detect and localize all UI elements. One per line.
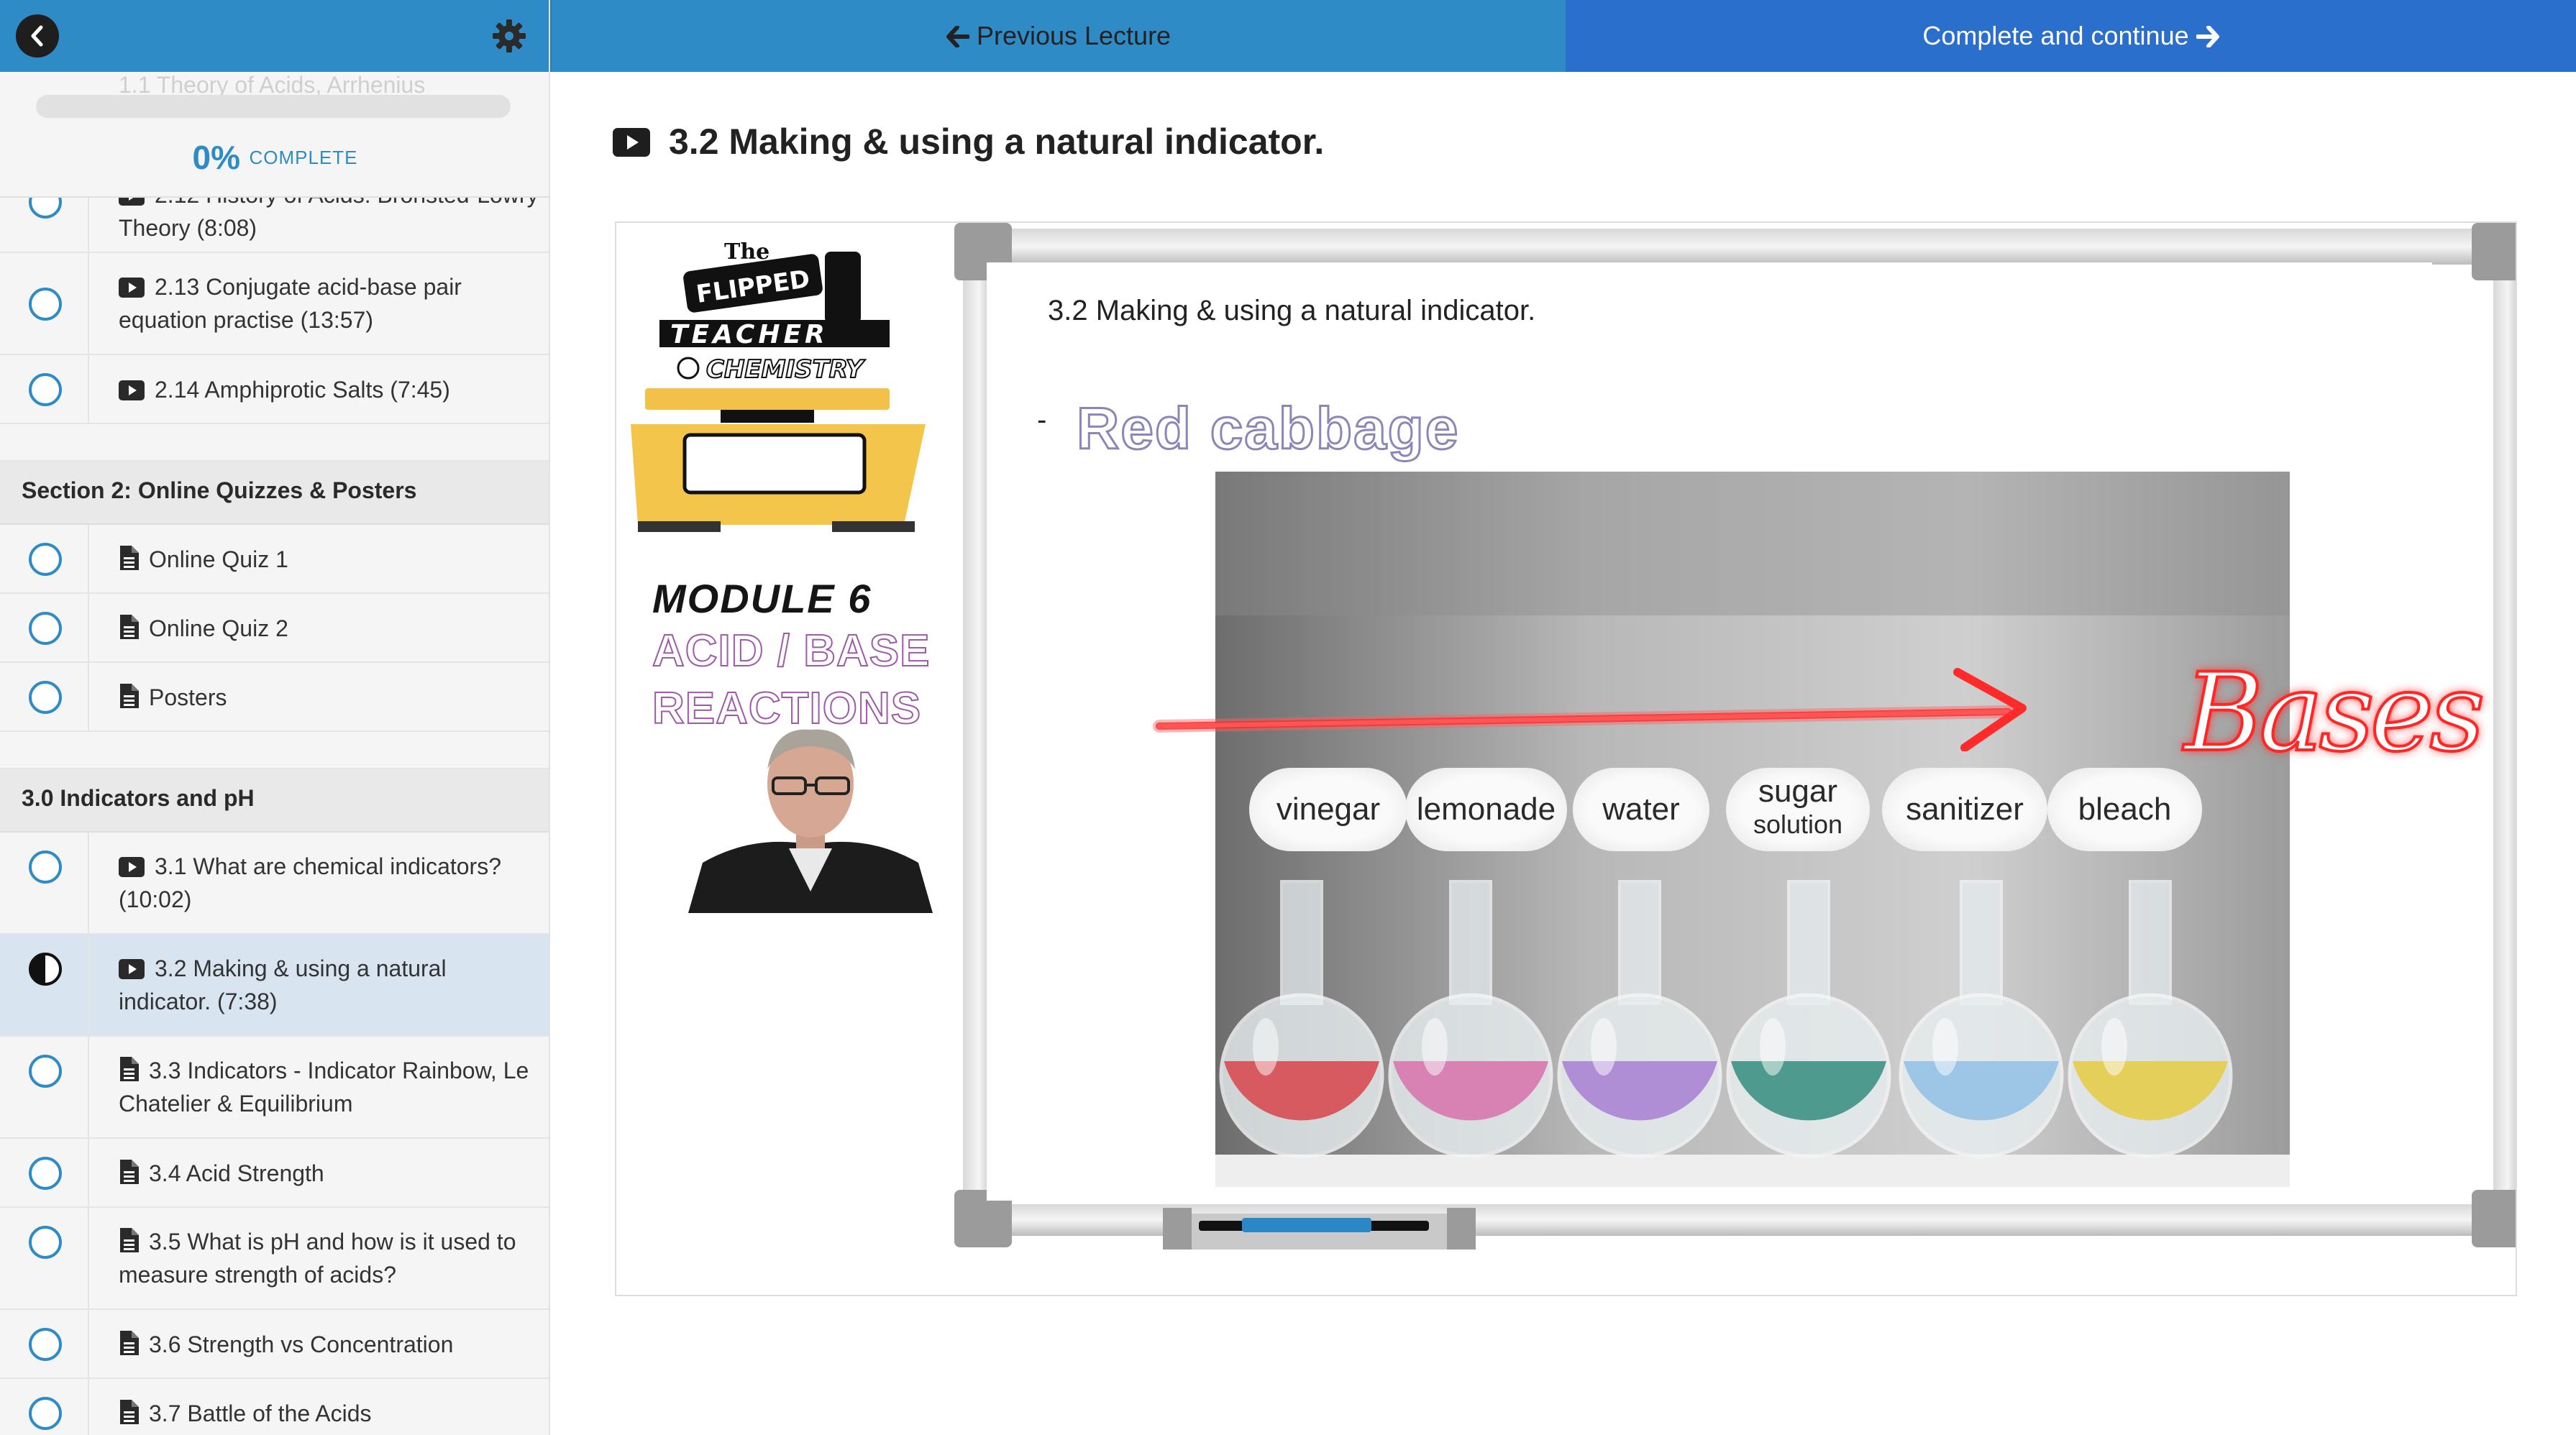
curriculum-list: 2.12 History of Acids: Bronsted-Lowry Th… — [0, 151, 549, 1435]
incomplete-circle-icon — [29, 1328, 62, 1361]
flipped-teacher-logo: The FLIPPED TEACHER CHEMISTRY — [631, 239, 926, 532]
section-title: 3.0 Indicators and pH — [22, 785, 255, 811]
document-icon — [120, 546, 139, 570]
document-icon — [120, 1160, 139, 1184]
lecture-row-label: 3.2 Making & using a natural indicator. … — [119, 955, 447, 1014]
complete-and-continue-label: Complete and continue — [1922, 21, 2189, 50]
document-icon — [120, 1331, 139, 1355]
lecture-row-label: 3.3 Indicators - Indicator Rainbow, Le C… — [119, 1058, 529, 1117]
gear-icon[interactable] — [490, 17, 528, 55]
document-icon — [120, 1400, 139, 1424]
incomplete-circle-icon — [29, 1397, 62, 1430]
play-icon — [119, 959, 145, 979]
lecture-row-posters[interactable]: Posters — [0, 663, 549, 732]
red-arrow-annotation — [1153, 668, 2027, 751]
lecture-row-3-3[interactable]: 3.3 Indicators - Indicator Rainbow, Le C… — [0, 1037, 549, 1139]
document-icon — [120, 615, 139, 639]
incomplete-circle-icon — [29, 681, 62, 714]
lecture-row-online-quiz-1[interactable]: Online Quiz 1 — [0, 525, 549, 594]
beaker-label: sanitizer — [1882, 768, 2047, 851]
module-caption: MODULE 6 ACID / BASE REACTIONS — [652, 575, 930, 737]
section-header-quizzes: Section 2: Online Quizzes & Posters — [0, 462, 549, 525]
slide-title: 3.2 Making & using a natural indicator. — [1048, 295, 1536, 326]
course-progress: 1.1 Theory of Acids, Arrhenius 0% COMPLE… — [0, 72, 549, 198]
lecture-row-3-2-active[interactable]: 3.2 Making & using a natural indicator. … — [0, 935, 549, 1037]
video-player[interactable]: The FLIPPED TEACHER CHEMISTRY MODULE 6 A… — [615, 221, 2517, 1296]
beaker-label-sugar: sugar solution — [1726, 768, 1870, 851]
bases-handwritten-label: Bases — [2183, 649, 2486, 777]
incomplete-circle-icon — [29, 288, 62, 321]
chevron-left-icon — [31, 25, 43, 47]
half-complete-circle-icon — [29, 953, 62, 986]
course-sidebar: 2.12 History of Acids: Bronsted-Lowry Th… — [0, 0, 550, 1435]
video-icon — [613, 128, 650, 157]
lecture-row-3-5[interactable]: 3.5 What is pH and how is it used to mea… — [0, 1208, 549, 1310]
lecture-row-label: Online Quiz 1 — [149, 546, 288, 572]
lecture-row-label: 2.14 Amphiprotic Salts (7:45) — [155, 377, 450, 403]
arrow-left-icon — [946, 25, 970, 48]
svg-text:CHEMISTRY: CHEMISTRY — [706, 355, 866, 384]
incomplete-circle-icon — [29, 1157, 62, 1190]
document-icon — [120, 1228, 139, 1252]
lecture-row-2-14[interactable]: 2.14 Amphiprotic Salts (7:45) — [0, 355, 549, 424]
previous-lecture-label: Previous Lecture — [976, 21, 1171, 50]
section-title: Section 2: Online Quizzes & Posters — [22, 477, 417, 503]
beaker-label: vinegar — [1249, 768, 1407, 851]
beaker-label: bleach — [2047, 768, 2202, 851]
lecture-row-label: Online Quiz 2 — [149, 615, 288, 641]
module-topic-line-1: ACID / BASE — [652, 625, 931, 677]
lecture-row-label: 3.4 Acid Strength — [149, 1160, 324, 1186]
progress-bar — [36, 95, 511, 118]
sidebar-header — [0, 0, 549, 72]
complete-and-continue-button[interactable]: Complete and continue — [1566, 0, 2576, 72]
lecture-row-2-13[interactable]: 2.13 Conjugate acid-base pair equation p… — [0, 253, 549, 355]
lecture-row-label: 3.7 Battle of the Acids — [149, 1400, 372, 1426]
slide-handwritten-heading: Red cabbage — [1075, 395, 1460, 463]
previous-lecture-button[interactable]: Previous Lecture — [550, 0, 1566, 72]
incomplete-circle-icon — [29, 1226, 62, 1259]
progress-label: COMPLETE — [249, 146, 358, 168]
slide-bullet: - — [1037, 404, 1047, 436]
svg-text:TEACHER: TEACHER — [670, 320, 828, 349]
back-button[interactable] — [16, 14, 59, 58]
lecture-title: 3.2 Making & using a natural indicator. — [613, 121, 1324, 162]
beaker-label: lemonade — [1405, 768, 1567, 851]
incomplete-circle-icon — [29, 1055, 62, 1088]
document-icon — [120, 684, 139, 708]
lecture-row-label: Posters — [149, 684, 227, 710]
lecture-row-label: 3.5 What is pH and how is it used to mea… — [119, 1229, 516, 1288]
incomplete-circle-icon — [29, 851, 62, 884]
play-icon — [119, 857, 145, 877]
lecture-row-3-1[interactable]: 3.1 What are chemical indicators? (10:02… — [0, 833, 549, 935]
incomplete-circle-icon — [29, 543, 62, 576]
lecture-row-3-7[interactable]: 3.7 Battle of the Acids — [0, 1379, 549, 1435]
lecture-row-3-4[interactable]: 3.4 Acid Strength — [0, 1139, 549, 1208]
lecture-title-text: 3.2 Making & using a natural indicator. — [669, 122, 1325, 162]
incomplete-circle-icon — [29, 612, 62, 645]
lecture-row-online-quiz-2[interactable]: Online Quiz 2 — [0, 594, 549, 663]
play-icon — [119, 278, 145, 298]
module-number: MODULE 6 — [652, 576, 872, 621]
play-icon — [119, 380, 145, 400]
document-icon — [120, 1057, 139, 1081]
lecture-row-label: 3.1 What are chemical indicators? (10:02… — [119, 853, 501, 912]
svg-text:The: The — [724, 239, 769, 265]
progress-percent: 0% — [192, 139, 240, 176]
presenter-webcam — [688, 729, 933, 913]
lecture-row-label: 2.13 Conjugate acid-base pair equation p… — [119, 274, 462, 333]
section-header-indicators: 3.0 Indicators and pH — [0, 769, 549, 833]
arrow-right-icon — [2195, 25, 2219, 48]
incomplete-circle-icon — [29, 373, 62, 406]
lecture-row-3-6[interactable]: 3.6 Strength vs Concentration — [0, 1310, 549, 1379]
beaker-label: water — [1573, 768, 1709, 851]
lecture-row-label: 3.6 Strength vs Concentration — [149, 1331, 454, 1357]
